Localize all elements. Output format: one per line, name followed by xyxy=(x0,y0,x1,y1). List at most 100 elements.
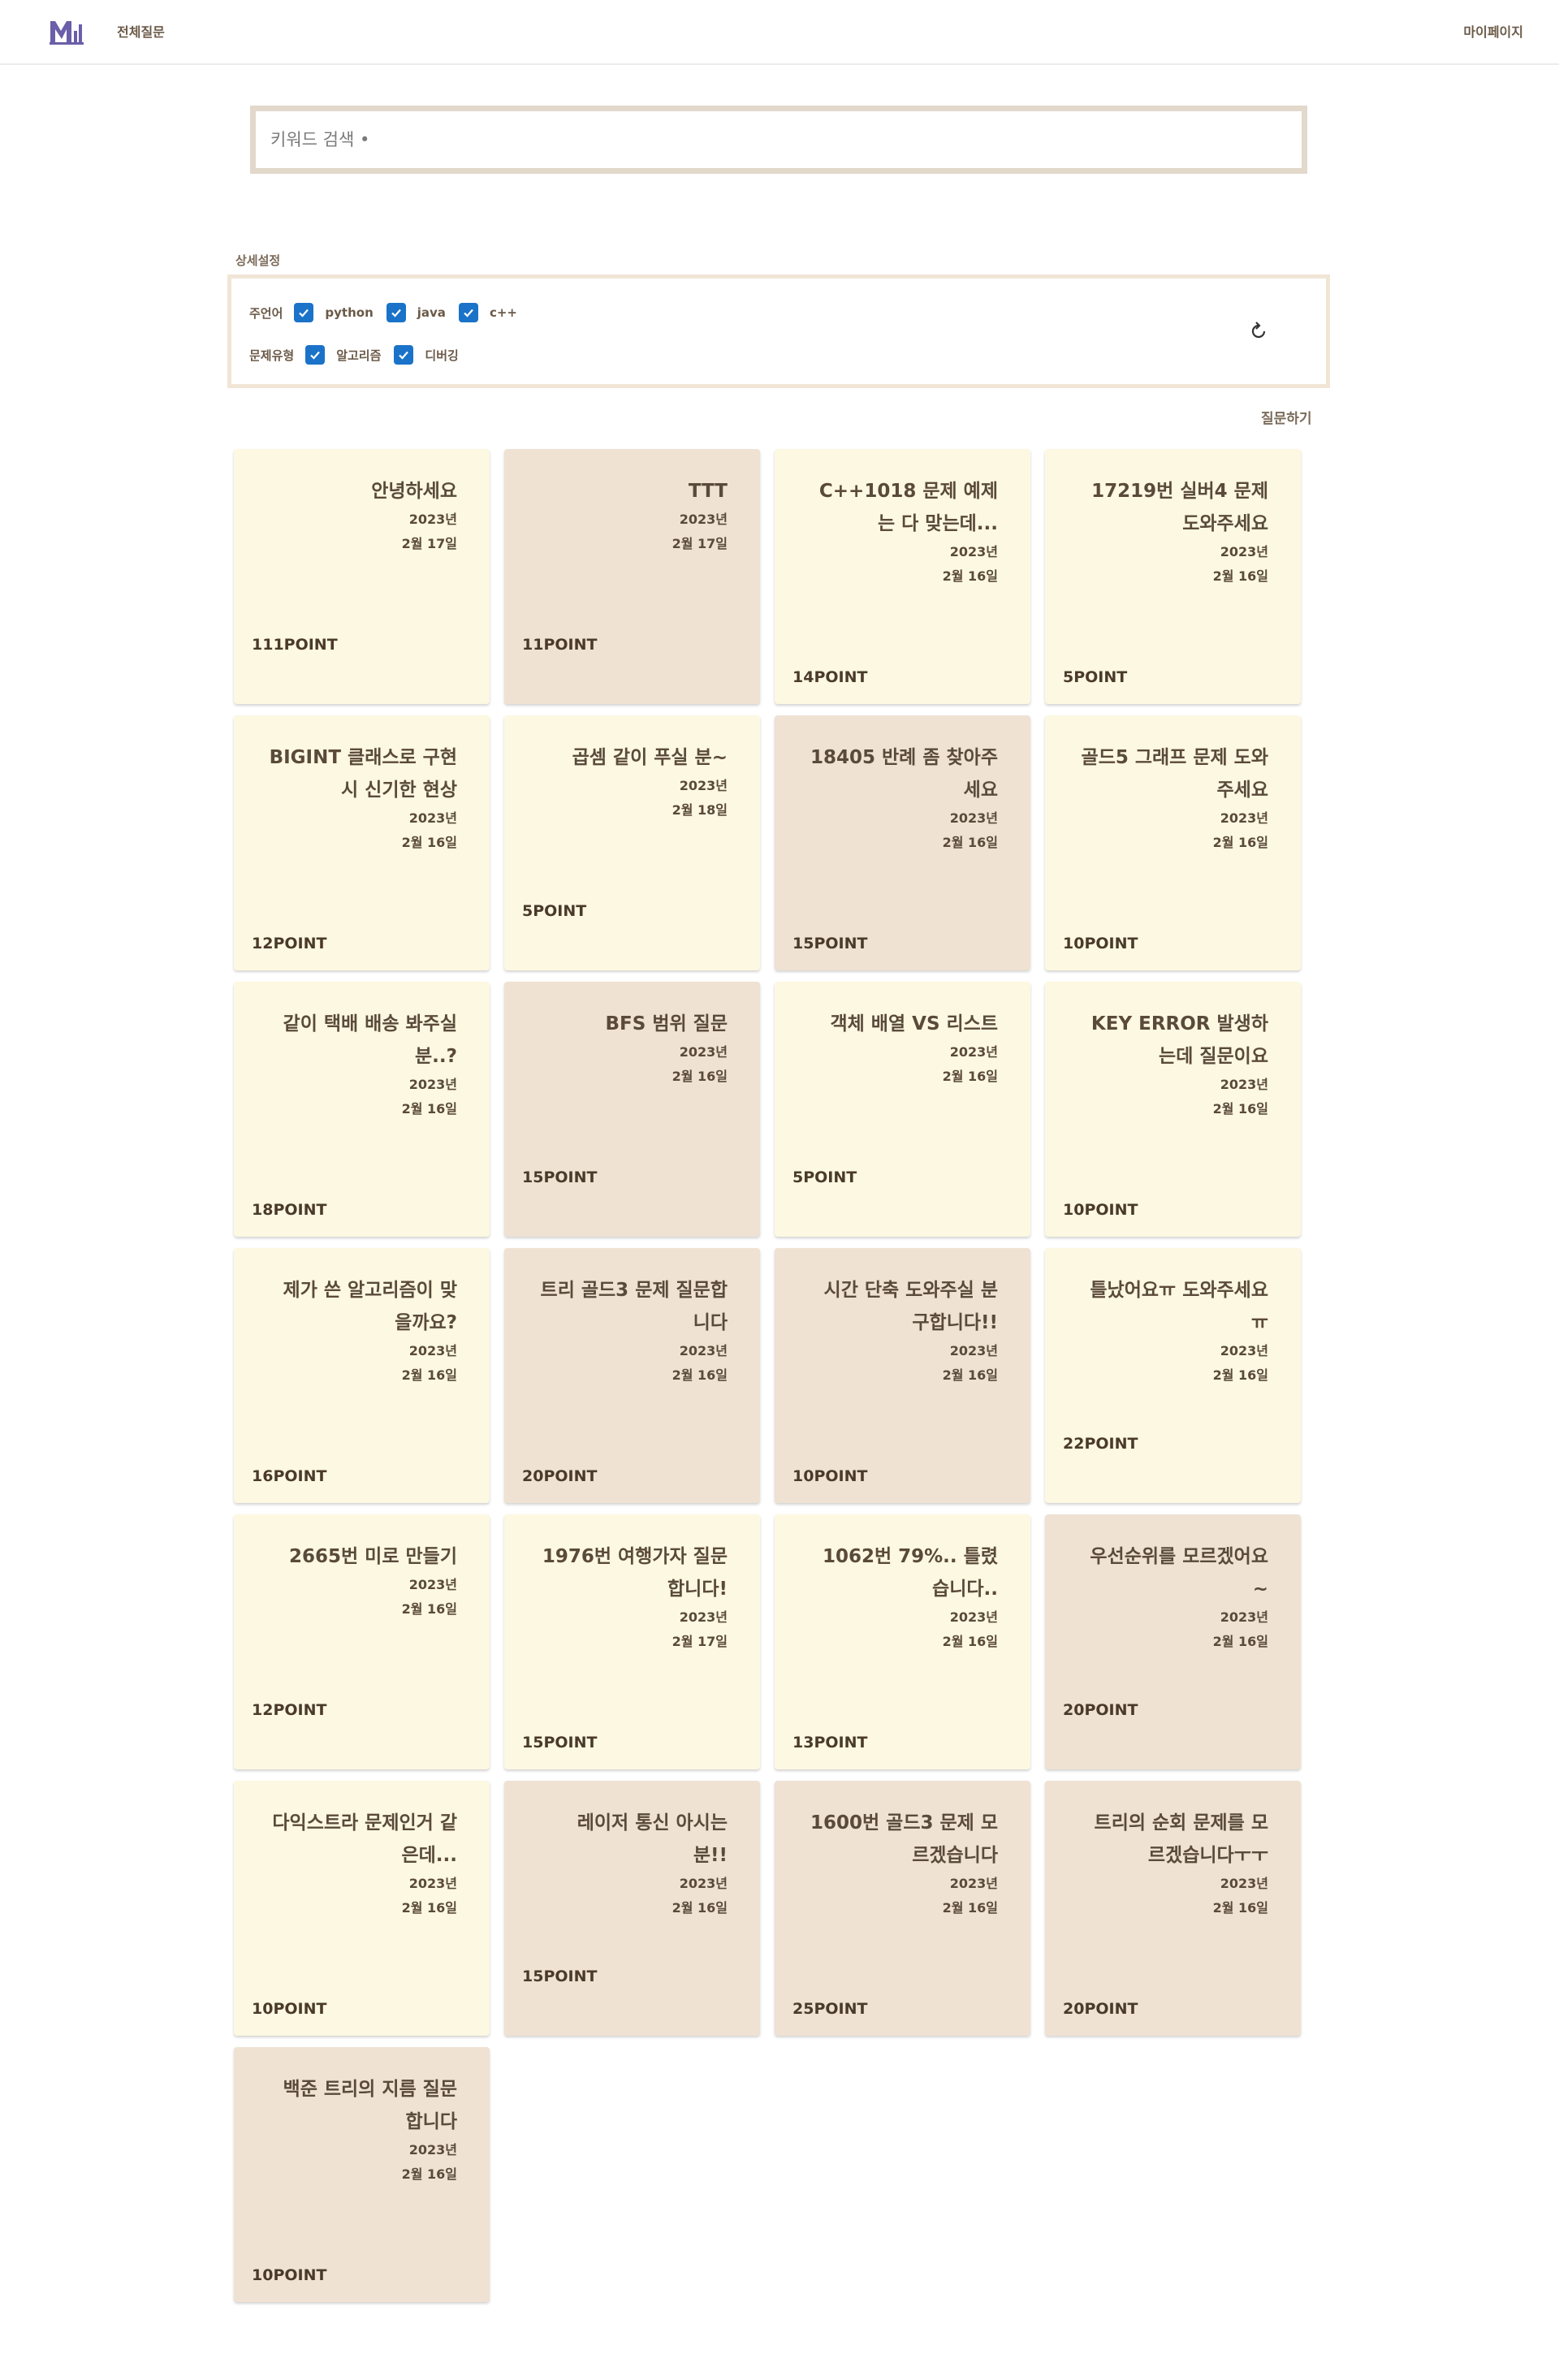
question-card[interactable]: BIGINT 클래스로 구현 시 신기한 현상 2023년 2월 16일 12POIN… xyxy=(234,715,490,970)
python-checkbox[interactable] xyxy=(294,303,314,322)
question-card[interactable]: 트리의 순회 문제를 모르겠습니다ㅜㅜ 2023년 2월 16일 20POINT xyxy=(1045,1781,1301,2036)
question-card[interactable]: 1062번 79%.. 틀렸습니다.. 2023년 2월 16일 13POINT xyxy=(775,1514,1030,1769)
question-card[interactable]: 골드5 그래프 문제 도와주세요 2023년 2월 16일 10POINT xyxy=(1045,715,1301,970)
question-points: 18POINT xyxy=(252,1201,327,1219)
question-year: 2023년 xyxy=(679,1876,728,1891)
question-date: 2월 18일 xyxy=(672,802,728,818)
question-card-title-block: 골드5 그래프 문제 도와주세요 2023년 2월 16일 xyxy=(1077,741,1268,855)
question-title: 틀났어요ㅠ 도와주세요ㅠ xyxy=(1090,1280,1268,1333)
question-card[interactable]: 트리 골드3 문제 질문합니다 2023년 2월 16일 20POINT xyxy=(504,1248,760,1503)
question-date: 2월 16일 xyxy=(942,1634,998,1649)
question-card[interactable]: C++1018 문제 예제는 다 맞는데... 2023년 2월 16일 14POIN… xyxy=(775,449,1030,704)
question-card-title-block: 객체 배열 VS 리스트 2023년 2월 16일 xyxy=(807,1008,998,1089)
question-year: 2023년 xyxy=(408,1343,457,1358)
question-date: 2월 16일 xyxy=(1212,1900,1268,1916)
question-card[interactable]: 다익스트라 문제인거 같은데... 2023년 2월 16일 10POINT xyxy=(234,1781,490,2036)
question-points: 16POINT xyxy=(252,1467,327,1485)
question-card[interactable]: 백준 트리의 지름 질문합니다 2023년 2월 16일 10POINT xyxy=(234,2047,490,2302)
question-points: 20POINT xyxy=(1063,1701,1138,1719)
question-card-title-block: 1976번 여행가자 질문합니다! 2023년 2월 17일 xyxy=(537,1540,728,1654)
question-card[interactable]: 같이 택배 배송 봐주실 분..? 2023년 2월 16일 18POINT xyxy=(234,982,490,1237)
question-title: TTT xyxy=(688,481,728,502)
logo-icon[interactable] xyxy=(49,18,84,45)
question-date: 2월 16일 xyxy=(942,1069,998,1084)
question-points: 15POINT xyxy=(792,935,868,952)
question-year: 2023년 xyxy=(408,2142,457,2158)
question-card[interactable]: 곱셈 같이 푸실 분~ 2023년 2월 18일 5POINT xyxy=(504,715,760,970)
question-title: 2665번 미로 만들기 xyxy=(289,1546,457,1567)
question-card[interactable]: 객체 배열 VS 리스트 2023년 2월 16일 5POINT xyxy=(775,982,1030,1237)
question-card-title-block: 안녕하세요 2023년 2월 17일 xyxy=(266,475,457,556)
question-title: BFS 범위 질문 xyxy=(605,1013,728,1035)
question-points: 12POINT xyxy=(252,935,327,952)
question-card-title-block: 곱셈 같이 푸실 분~ 2023년 2월 18일 xyxy=(537,741,728,823)
algorithm-checkbox-label: 알고리즘 xyxy=(336,348,382,363)
debugging-checkbox-label: 디버깅 xyxy=(425,348,459,363)
question-card[interactable]: 2665번 미로 만들기 2023년 2월 16일 12POINT xyxy=(234,1514,490,1769)
question-year: 2023년 xyxy=(679,512,728,527)
question-points: 10POINT xyxy=(1063,935,1138,952)
check-icon xyxy=(464,309,473,317)
java-checkbox[interactable] xyxy=(386,303,406,322)
question-card[interactable]: 레이저 통신 아시는 분!! 2023년 2월 16일 15POINT xyxy=(504,1781,760,2036)
question-points: 111POINT xyxy=(252,636,338,654)
question-points: 10POINT xyxy=(252,2000,327,2018)
question-year: 2023년 xyxy=(679,1343,728,1358)
question-card[interactable]: 1976번 여행가자 질문합니다! 2023년 2월 17일 15POINT xyxy=(504,1514,760,1769)
question-card-title-block: 1600번 골드3 문제 모르겠습니다 2023년 2월 16일 xyxy=(807,1807,998,1920)
question-title: 시간 단축 도와주실 분 구합니다!! xyxy=(823,1280,998,1333)
question-title: 1600번 골드3 문제 모르겠습니다 xyxy=(810,1812,998,1866)
question-card[interactable]: 17219번 실버4 문제 도와주세요 2023년 2월 16일 5POINT xyxy=(1045,449,1301,704)
question-year: 2023년 xyxy=(679,1609,728,1625)
question-card[interactable]: 안녕하세요 2023년 2월 17일 111POINT xyxy=(234,449,490,704)
question-title: 18405 반례 좀 찾아주세요 xyxy=(810,747,998,801)
question-card[interactable]: 시간 단축 도와주실 분 구합니다!! 2023년 2월 16일 10POINT xyxy=(775,1248,1030,1503)
check-icon xyxy=(399,351,409,360)
question-year: 2023년 xyxy=(408,1577,457,1592)
question-title: KEY ERROR 발생하는데 질문이요 xyxy=(1090,1013,1268,1067)
question-points: 20POINT xyxy=(522,1467,598,1485)
question-points: 5POINT xyxy=(522,902,587,920)
question-card[interactable]: 18405 반례 좀 찾아주세요 2023년 2월 16일 15POINT xyxy=(775,715,1030,970)
check-icon xyxy=(310,351,321,360)
question-card[interactable]: 틀났어요ㅠ 도와주세요ㅠ 2023년 2월 16일 22POINT xyxy=(1045,1248,1301,1503)
nav-mypage-link[interactable]: 마이페이지 xyxy=(1463,21,1523,41)
question-card-title-block: 레이저 통신 아시는 분!! 2023년 2월 16일 xyxy=(537,1807,728,1920)
question-date: 2월 16일 xyxy=(401,1900,457,1916)
question-date: 2월 16일 xyxy=(1212,1634,1268,1649)
question-card[interactable]: 1600번 골드3 문제 모르겠습니다 2023년 2월 16일 25POINT xyxy=(775,1781,1030,2036)
cpp-checkbox-label: c++ xyxy=(489,305,517,320)
question-year: 2023년 xyxy=(949,810,998,826)
question-points: 20POINT xyxy=(1063,2000,1138,2018)
question-date: 2월 17일 xyxy=(672,536,728,551)
question-title: C++1018 문제 예제는 다 맞는데... xyxy=(818,481,998,534)
question-year: 2023년 xyxy=(408,1876,457,1891)
question-year: 2023년 xyxy=(679,778,728,793)
question-card[interactable]: BFS 범위 질문 2023년 2월 16일 15POINT xyxy=(504,982,760,1237)
question-year: 2023년 xyxy=(949,1343,998,1358)
question-date: 2월 16일 xyxy=(942,1900,998,1916)
question-card[interactable]: TTT 2023년 2월 17일 11POINT xyxy=(504,449,760,704)
question-year: 2023년 xyxy=(1220,1876,1268,1891)
python-checkbox-label: python xyxy=(325,305,374,320)
question-date: 2월 16일 xyxy=(401,835,457,850)
question-year: 2023년 xyxy=(408,512,457,527)
question-title: 1976번 여행가자 질문합니다! xyxy=(542,1546,728,1600)
debugging-checkbox[interactable] xyxy=(394,345,414,365)
question-card-title-block: KEY ERROR 발생하는데 질문이요 2023년 2월 16일 xyxy=(1077,1008,1268,1121)
nav-all-questions-link[interactable]: 전체질문 xyxy=(117,21,165,41)
keyword-search-input[interactable] xyxy=(256,111,1302,168)
question-title: 백준 트리의 지름 질문합니다 xyxy=(283,2079,457,2132)
question-card[interactable]: 제가 쓴 알고리즘이 맞을까요? 2023년 2월 16일 16POINT xyxy=(234,1248,490,1503)
question-card-title-block: BIGINT 클래스로 구현 시 신기한 현상 2023년 2월 16일 xyxy=(266,741,457,855)
question-card[interactable]: KEY ERROR 발생하는데 질문이요 2023년 2월 16일 10POINT xyxy=(1045,982,1301,1237)
question-points: 5POINT xyxy=(1063,668,1128,686)
algorithm-checkbox[interactable] xyxy=(305,345,326,365)
question-title: 1062번 79%.. 틀렸습니다.. xyxy=(822,1546,998,1600)
cpp-checkbox[interactable] xyxy=(458,303,478,322)
ask-question-button[interactable]: 질문하기 xyxy=(1261,407,1312,427)
question-card[interactable]: 우선순위를 모르겠어요~ 2023년 2월 16일 20POINT xyxy=(1045,1514,1301,1769)
question-points: 5POINT xyxy=(792,1168,857,1186)
question-year: 2023년 xyxy=(408,810,457,826)
reset-filter-icon[interactable] xyxy=(1246,319,1271,343)
